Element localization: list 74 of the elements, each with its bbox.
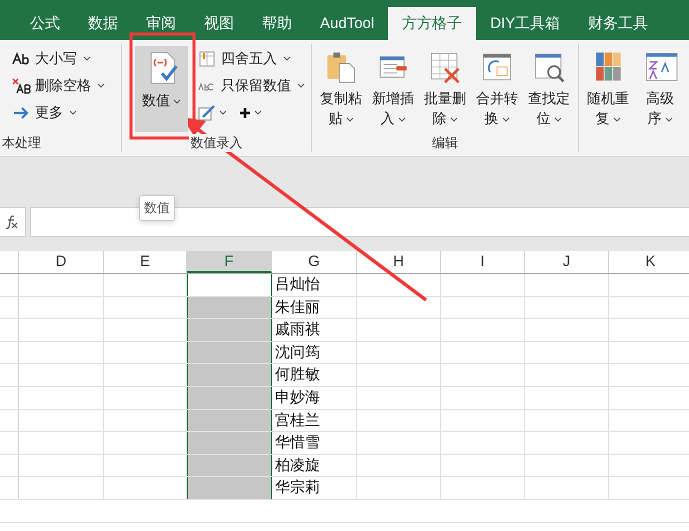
ribbon-button[interactable]: 高级 序 xyxy=(635,46,685,132)
ribbon-button[interactable]: 合并转 换 xyxy=(472,46,522,132)
column-header[interactable]: F xyxy=(187,251,272,273)
column-header[interactable]: H xyxy=(357,251,441,273)
caret-icon xyxy=(173,99,181,105)
column-header[interactable]: J xyxy=(525,251,609,273)
ribbon-tab[interactable]: 数据 xyxy=(74,7,132,40)
caret-icon xyxy=(97,82,105,88)
ribbon-tab[interactable]: 方方格子 xyxy=(388,7,476,40)
table-cell: 申妙海 xyxy=(272,386,357,409)
caret-icon xyxy=(297,82,305,88)
table-cell: 朱佳丽 xyxy=(272,296,357,318)
ribbon-button[interactable]: 批量删 除 xyxy=(420,46,470,132)
group-label: 编辑 xyxy=(430,134,460,152)
group-label: 本处理 xyxy=(0,134,43,152)
caret-icon xyxy=(450,117,458,123)
selected-cell[interactable] xyxy=(187,477,272,499)
function-icon xyxy=(5,215,19,229)
selected-cell[interactable] xyxy=(187,454,272,476)
selected-cell[interactable] xyxy=(187,296,272,318)
group-label: 数值录入 xyxy=(188,134,244,152)
caret-icon xyxy=(554,117,562,123)
ribbon-button[interactable]: 数值 xyxy=(135,46,188,132)
ribbon-button[interactable]: 新增插 入 xyxy=(368,46,418,132)
ribbon-menu-button[interactable]: 更多 xyxy=(10,100,107,125)
column-header[interactable]: D xyxy=(19,251,104,273)
ribbon-button[interactable]: 复制粘 贴 xyxy=(316,46,366,132)
case-icon xyxy=(12,50,32,66)
table-cell: 吕灿怡 xyxy=(272,274,357,296)
ribbon-tab[interactable]: AudTool xyxy=(306,7,388,40)
column-header[interactable]: G xyxy=(272,251,357,273)
caret-icon xyxy=(219,110,227,116)
ribbon-tab[interactable]: 财务工具 xyxy=(574,7,662,40)
table-cell: 华惜雪 xyxy=(272,432,357,454)
caret-icon xyxy=(502,117,510,123)
table-cell: 宫桂兰 xyxy=(272,410,357,432)
ribbon-tab[interactable]: 帮助 xyxy=(248,7,306,40)
selected-cell[interactable] xyxy=(187,364,272,386)
selected-cell[interactable] xyxy=(187,319,272,341)
ribbon-menu-button[interactable]: 只保留数值 xyxy=(196,73,307,98)
ribbon-tab[interactable]: DIY工具箱 xyxy=(476,7,574,40)
selected-cell[interactable] xyxy=(187,342,272,364)
table-cell: 戚雨祺 xyxy=(272,319,357,341)
selected-cell[interactable] xyxy=(187,432,272,454)
caret-icon xyxy=(398,117,406,123)
ribbon-tab[interactable]: 视图 xyxy=(190,7,248,40)
column-header[interactable]: I xyxy=(441,251,525,273)
selected-cell[interactable] xyxy=(187,386,272,409)
table-cell: 何胜敏 xyxy=(272,364,357,386)
ribbon-menu-button[interactable]: 大小写 xyxy=(10,46,107,71)
trim-icon xyxy=(12,78,32,94)
ribbon-tab[interactable]: 公式 xyxy=(16,7,74,40)
caret-icon xyxy=(612,117,620,123)
caret-icon xyxy=(283,56,291,62)
caret-icon xyxy=(346,117,354,123)
ribbon-menu-button[interactable]: 删除空格 xyxy=(10,73,107,98)
caret-icon xyxy=(254,110,262,116)
caret-icon xyxy=(83,56,91,62)
ribbon-button[interactable]: 随机重 复 xyxy=(583,46,633,132)
pencil-table-icon xyxy=(198,104,216,120)
caret-icon xyxy=(69,110,77,116)
caret-icon xyxy=(664,117,672,123)
column-header[interactable]: K xyxy=(609,251,689,273)
tooltip: 数值 xyxy=(139,195,175,221)
table-cell: 华宗莉 xyxy=(272,477,357,499)
selected-cell[interactable] xyxy=(187,274,272,296)
ribbon-button[interactable]: 查找定 位 xyxy=(524,46,574,132)
table-cell: 沈问筠 xyxy=(272,342,357,364)
table-cell: 柏凌旋 xyxy=(272,454,357,476)
insert-function-button[interactable] xyxy=(0,207,26,237)
ribbon-tab[interactable]: 审阅 xyxy=(132,7,190,40)
plus-icon xyxy=(239,106,251,118)
ribbon-menu-button[interactable]: 四舍五入 xyxy=(196,46,307,71)
selected-cell[interactable] xyxy=(187,410,272,432)
